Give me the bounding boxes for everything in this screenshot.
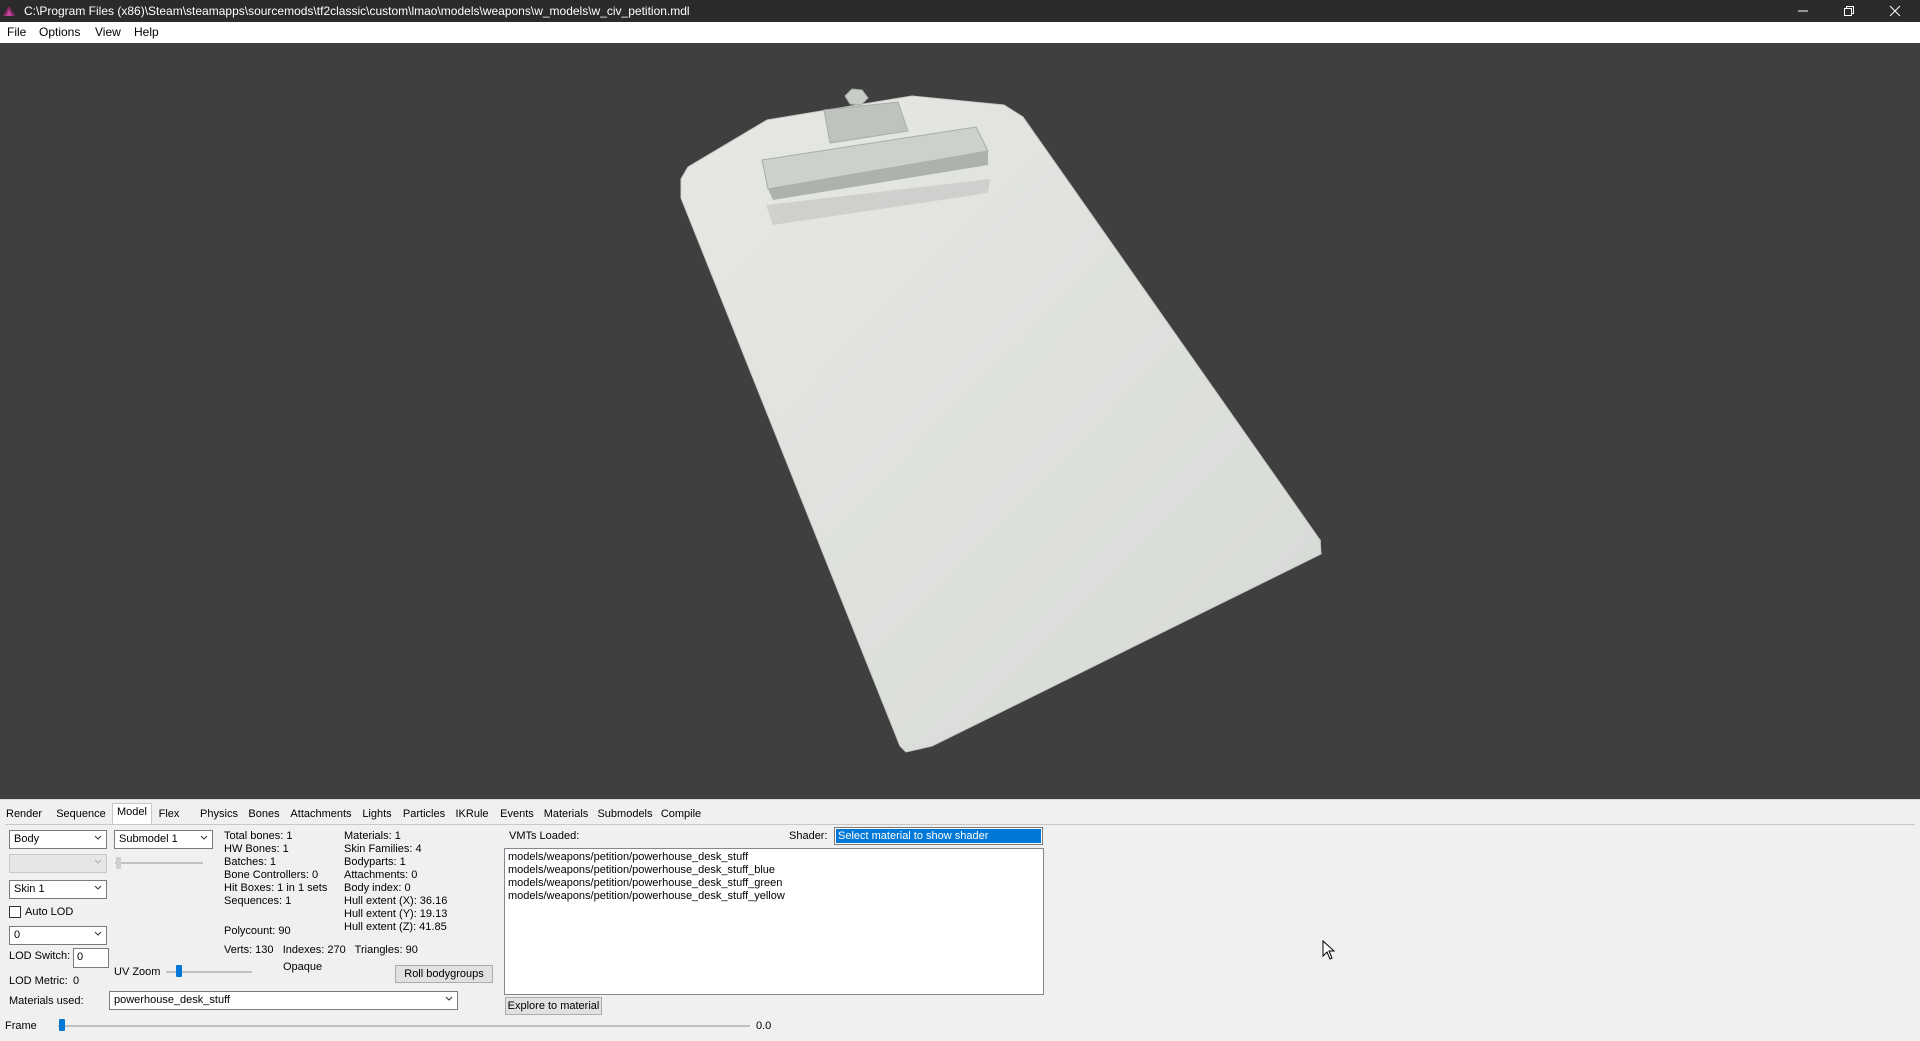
stat-attachments: Attachments: 0 xyxy=(344,869,418,881)
explore-to-material-button[interactable]: Explore to material xyxy=(505,997,602,1015)
close-icon xyxy=(1889,5,1901,17)
shader-field[interactable]: Select material to show shader xyxy=(834,827,1043,845)
submodel-select[interactable]: Submodel 1 xyxy=(114,830,213,849)
frame-slider[interactable] xyxy=(58,1025,750,1027)
materials-used-select[interactable]: powerhouse_desk_stuff xyxy=(109,991,458,1010)
submodel-select-value: Submodel 1 xyxy=(119,833,178,845)
frame-value: 0.0 xyxy=(756,1020,772,1032)
control-panel: Render Sequence Model Flex Physics Bones… xyxy=(0,799,1920,1041)
vmt-list[interactable]: models/weapons/petition/powerhouse_desk_… xyxy=(504,848,1044,995)
minimize-icon xyxy=(1798,10,1808,12)
auto-lod-checkbox[interactable] xyxy=(9,906,21,918)
stat-hull-x: Hull extent (X): 36.16 xyxy=(344,895,448,907)
tab-flex[interactable]: Flex xyxy=(157,806,181,824)
bodygroup-slider-thumb xyxy=(116,857,121,869)
stat-bodyparts: Bodyparts: 1 xyxy=(344,856,406,868)
minimize-button[interactable] xyxy=(1780,0,1826,22)
vmt-list-item[interactable]: models/weapons/petition/powerhouse_desk_… xyxy=(508,890,1040,903)
tab-sequence[interactable]: Sequence xyxy=(53,806,109,824)
auto-lod-label: Auto LOD xyxy=(25,906,74,918)
menu-help[interactable]: Help xyxy=(134,25,159,39)
frame-slider-thumb[interactable] xyxy=(59,1019,65,1031)
tab-materials[interactable]: Materials xyxy=(542,806,590,824)
frame-label: Frame xyxy=(5,1020,37,1032)
lod-select-value: 0 xyxy=(14,929,21,941)
tab-bones[interactable]: Bones xyxy=(246,806,282,824)
stat-materials: Materials: 1 xyxy=(344,830,401,842)
vmt-list-item[interactable]: models/weapons/petition/powerhouse_desk_… xyxy=(508,851,1040,864)
clipboard-model xyxy=(680,88,1322,753)
skin-select-value: Skin 1 xyxy=(14,883,45,895)
close-button[interactable] xyxy=(1872,0,1918,22)
stat-sequences: Sequences: 1 xyxy=(224,895,292,907)
restore-icon xyxy=(1844,6,1854,16)
materials-used-value: powerhouse_desk_stuff xyxy=(114,994,230,1006)
app-icon xyxy=(3,6,15,16)
restore-button[interactable] xyxy=(1826,0,1872,22)
tab-ikrule[interactable]: IKRule xyxy=(454,806,490,824)
tab-divider xyxy=(5,824,1915,825)
chevron-down-icon xyxy=(445,996,453,1001)
vmts-loaded-label: VMTs Loaded: xyxy=(509,830,580,842)
chevron-down-icon xyxy=(94,835,102,840)
materials-used-label: Materials used: xyxy=(9,995,84,1007)
lod-metric-label: LOD Metric: xyxy=(9,975,68,987)
uv-zoom-slider-thumb[interactable] xyxy=(176,965,182,977)
opaque-label: Opaque xyxy=(283,961,323,973)
stat-hw-bones: HW Bones: 1 xyxy=(224,843,289,855)
tab-submodels[interactable]: Submodels xyxy=(597,806,653,824)
stat-hull-z: Hull extent (Z): 41.85 xyxy=(344,921,447,933)
tab-attachments[interactable]: Attachments xyxy=(289,806,353,824)
lod-switch-input[interactable]: 0 xyxy=(73,948,109,968)
chevron-down-icon xyxy=(94,859,102,864)
menu-file[interactable]: File xyxy=(7,25,26,39)
shader-field-value: Select material to show shader xyxy=(836,829,1041,843)
tab-lights[interactable]: Lights xyxy=(359,806,395,824)
mouse-cursor-icon xyxy=(1322,940,1336,960)
chevron-down-icon xyxy=(94,931,102,936)
shader-label: Shader: xyxy=(789,830,828,842)
stat-bone-controllers: Bone Controllers: 0 xyxy=(224,869,319,881)
stat-batches: Batches: 1 xyxy=(224,856,276,868)
tab-model[interactable]: Model xyxy=(112,803,152,825)
menu-bar: File Options View Help xyxy=(0,22,1920,43)
vmt-list-item[interactable]: models/weapons/petition/powerhouse_desk_… xyxy=(508,864,1040,877)
menu-options[interactable]: Options xyxy=(39,25,80,39)
stat-skin-families: Skin Families: 4 xyxy=(344,843,422,855)
title-bar: C:\Program Files (x86)\Steam\steamapps\s… xyxy=(0,0,1920,22)
stat-hull-y: Hull extent (Y): 19.13 xyxy=(344,908,448,920)
menu-view[interactable]: View xyxy=(95,25,121,39)
roll-bodygroups-button[interactable]: Roll bodygroups xyxy=(395,965,493,983)
tab-physics[interactable]: Physics xyxy=(198,806,240,824)
skin-select[interactable]: Skin 1 xyxy=(9,880,107,899)
bodygroup-select-disabled xyxy=(9,854,107,873)
lod-switch-label: LOD Switch: xyxy=(9,950,71,962)
lod-select[interactable]: 0 xyxy=(9,926,107,945)
geometry-counts: Verts: 130 Indexes: 270 Triangles: 90 xyxy=(224,944,418,956)
chevron-down-icon xyxy=(200,835,208,840)
tab-particles[interactable]: Particles xyxy=(402,806,446,824)
stat-total-bones: Total bones: 1 xyxy=(224,830,293,842)
stat-polycount: Polycount: 90 xyxy=(224,925,291,937)
tab-render[interactable]: Render xyxy=(6,806,42,824)
vmt-list-item[interactable]: models/weapons/petition/powerhouse_desk_… xyxy=(508,877,1040,890)
stat-body-index: Body index: 0 xyxy=(344,882,411,894)
tab-compile[interactable]: Compile xyxy=(660,806,702,824)
chevron-down-icon xyxy=(94,885,102,890)
model-viewport[interactable] xyxy=(0,43,1920,799)
tab-events[interactable]: Events xyxy=(497,806,537,824)
bodygroup-slider xyxy=(115,862,203,864)
uv-zoom-label: UV Zoom xyxy=(114,966,161,978)
model-stats-left: Total bones: 1 HW Bones: 1 Batches: 1 Bo… xyxy=(224,830,327,908)
body-select[interactable]: Body xyxy=(9,830,107,849)
body-select-value: Body xyxy=(14,833,40,845)
lod-metric-value: 0 xyxy=(73,975,80,987)
stat-hit-boxes: Hit Boxes: 1 in 1 sets xyxy=(224,882,328,894)
model-stats-right: Materials: 1 Skin Families: 4 Bodyparts:… xyxy=(344,830,447,934)
window-title: C:\Program Files (x86)\Steam\steamapps\s… xyxy=(24,4,690,18)
